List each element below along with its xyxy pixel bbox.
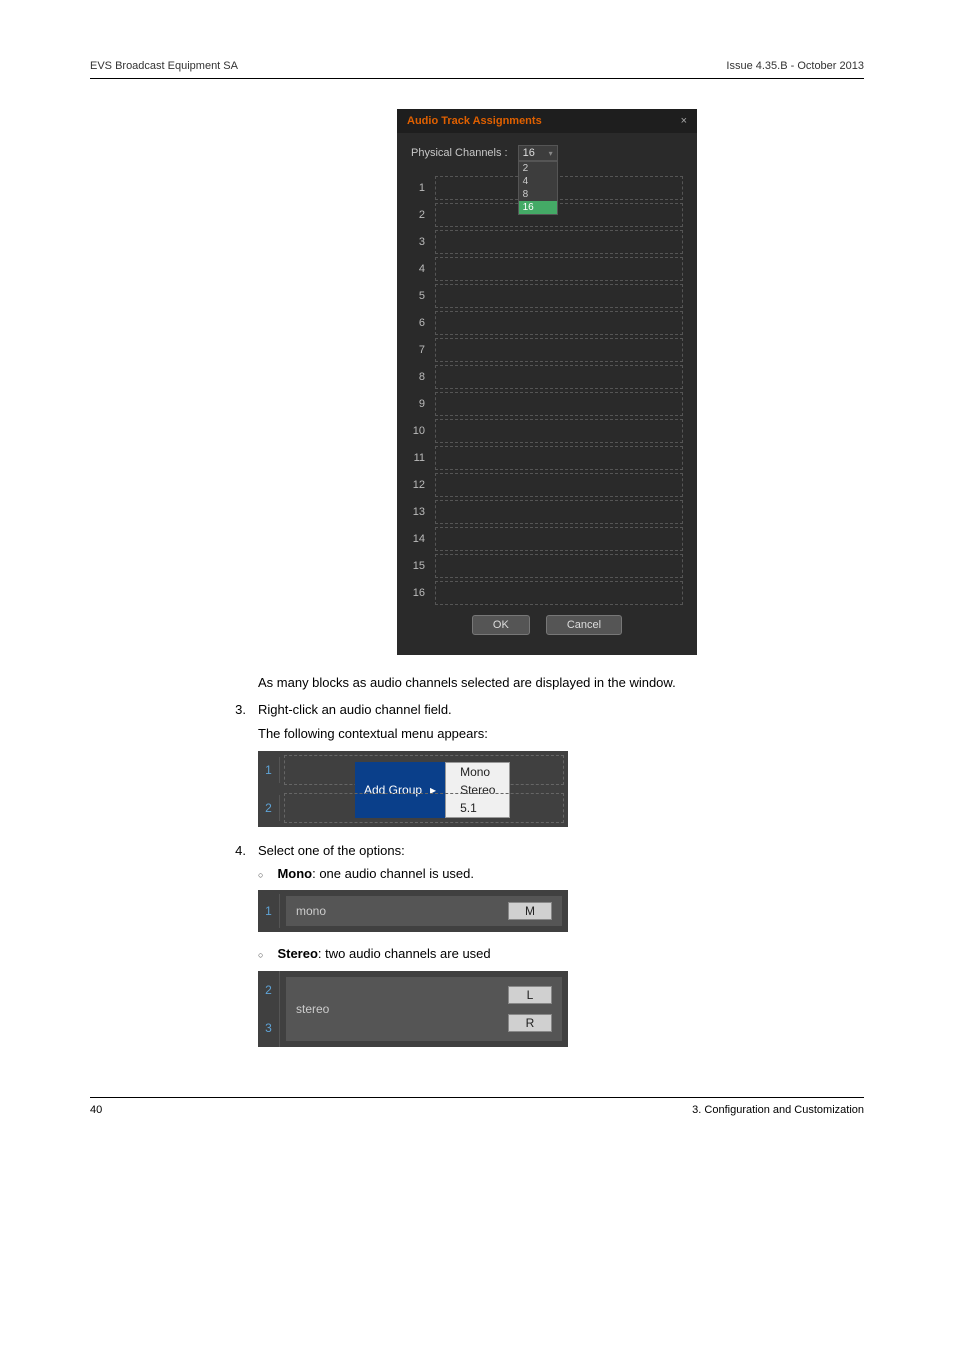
channel-slot[interactable] xyxy=(435,203,683,227)
mono-track[interactable]: mono M xyxy=(286,896,562,926)
channel-num: 1 xyxy=(411,182,433,194)
channel-slot[interactable] xyxy=(435,554,683,578)
mono-figure: 1 mono M xyxy=(258,890,568,932)
cancel-button[interactable]: Cancel xyxy=(546,615,622,635)
select-option[interactable]: 4 xyxy=(519,175,557,188)
channel-num: 16 xyxy=(411,587,433,599)
submenu-item-mono[interactable]: Mono xyxy=(446,763,509,781)
channel-slot[interactable] xyxy=(284,793,564,823)
bullet-icon: ○ xyxy=(258,948,263,962)
body-text: The following contextual menu appears: xyxy=(258,726,864,741)
bullet-icon: ○ xyxy=(258,868,263,882)
dialog-title: Audio Track Assignments xyxy=(407,115,542,127)
channel-num: 3 xyxy=(411,236,433,248)
track-label: mono xyxy=(296,904,326,918)
channel-slot[interactable] xyxy=(435,473,683,497)
stereo-figure: 2 3 stereo L R xyxy=(258,971,568,1047)
channel-num: 5 xyxy=(411,290,433,302)
body-text: As many blocks as audio channels selecte… xyxy=(258,675,864,690)
channel-badge-l: L xyxy=(508,986,552,1004)
row-num: 2 xyxy=(258,971,279,1009)
select-option[interactable]: 2 xyxy=(519,162,557,175)
dialog-titlebar: Audio Track Assignments × xyxy=(397,109,697,133)
stereo-track[interactable]: stereo L R xyxy=(286,977,562,1041)
channel-slot[interactable] xyxy=(435,392,683,416)
channel-slot[interactable] xyxy=(435,527,683,551)
channel-slot[interactable] xyxy=(435,419,683,443)
channel-num: 15 xyxy=(411,560,433,572)
physical-channels-label: Physical Channels : xyxy=(411,147,508,159)
chevron-down-icon: ▾ xyxy=(549,149,553,158)
track-label: stereo xyxy=(296,1002,329,1016)
page-number: 40 xyxy=(90,1104,102,1116)
ok-button[interactable]: OK xyxy=(472,615,530,635)
channel-num: 13 xyxy=(411,506,433,518)
channel-num: 12 xyxy=(411,479,433,491)
channel-num: 11 xyxy=(411,452,433,464)
page-header: EVS Broadcast Equipment SA Issue 4.35.B … xyxy=(90,60,864,79)
option-text: Stereo: two audio channels are used xyxy=(277,946,490,961)
channel-slot[interactable] xyxy=(435,500,683,524)
context-menu-figure: 1 Add Group ▸ Mono Stereo 5.1 xyxy=(258,751,568,827)
channel-badge-r: R xyxy=(508,1014,552,1032)
channel-slot[interactable] xyxy=(435,338,683,362)
select-option[interactable]: 16 xyxy=(519,201,557,214)
channel-slot[interactable] xyxy=(435,284,683,308)
step-number: 3. xyxy=(230,700,246,720)
channel-badge-m: M xyxy=(508,902,552,920)
page-footer: 40 3. Configuration and Customization xyxy=(90,1097,864,1116)
row-num: 1 xyxy=(258,757,280,783)
channel-num: 9 xyxy=(411,398,433,410)
channel-slot[interactable] xyxy=(435,581,683,605)
step-text: Right-click an audio channel field. xyxy=(258,700,864,720)
channel-num: 8 xyxy=(411,371,433,383)
channel-num: 10 xyxy=(411,425,433,437)
step-number: 4. xyxy=(230,841,246,861)
row-num: 3 xyxy=(258,1009,279,1047)
header-right: Issue 4.35.B - October 2013 xyxy=(726,60,864,72)
channel-num: 2 xyxy=(411,209,433,221)
close-icon[interactable]: × xyxy=(681,115,687,127)
channel-slot[interactable] xyxy=(435,230,683,254)
header-left: EVS Broadcast Equipment SA xyxy=(90,60,238,72)
channel-num: 7 xyxy=(411,344,433,356)
channel-slot[interactable] xyxy=(435,365,683,389)
physical-channels-select[interactable]: 16 ▾ 2 4 8 16 xyxy=(518,145,558,161)
channel-slot[interactable] xyxy=(435,446,683,470)
channel-slot[interactable] xyxy=(435,311,683,335)
channel-num: 4 xyxy=(411,263,433,275)
channel-slot[interactable]: Add Group ▸ Mono Stereo 5.1 xyxy=(284,755,564,785)
channel-num: 14 xyxy=(411,533,433,545)
select-dropdown[interactable]: 2 4 8 16 xyxy=(518,161,558,215)
step-text: Select one of the options: xyxy=(258,841,864,861)
footer-section: 3. Configuration and Customization xyxy=(692,1104,864,1116)
select-option[interactable]: 8 xyxy=(519,188,557,201)
channel-slot[interactable] xyxy=(435,257,683,281)
channel-num: 6 xyxy=(411,317,433,329)
row-num: 1 xyxy=(258,894,280,928)
audio-track-assignments-dialog: Audio Track Assignments × Physical Chann… xyxy=(397,109,697,655)
row-num: 2 xyxy=(258,795,280,821)
option-text: Mono: one audio channel is used. xyxy=(277,866,474,881)
channel-slot[interactable] xyxy=(435,176,683,200)
select-value: 16 xyxy=(523,147,535,159)
